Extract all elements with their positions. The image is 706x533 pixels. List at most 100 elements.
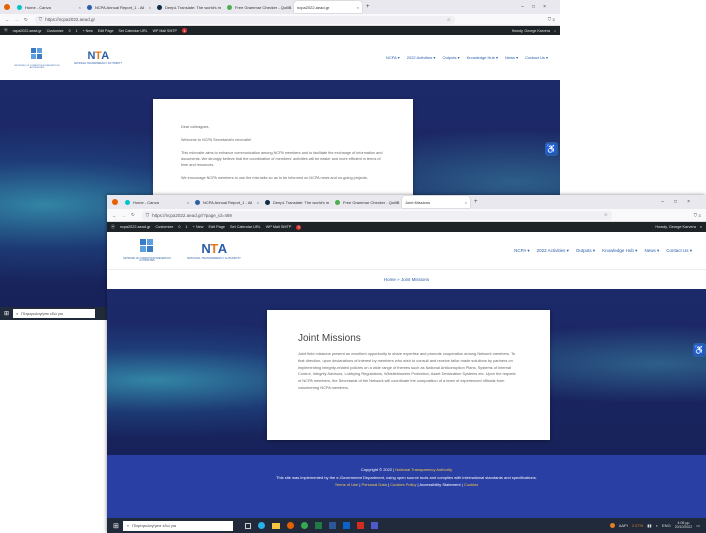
admin-new[interactable]: + New [193, 225, 204, 229]
footer-link-accessibility[interactable]: Accessibility Statement [419, 482, 460, 487]
admin-edit-page[interactable]: Edit Page [208, 225, 224, 229]
reload-icon[interactable]: ↻ [131, 212, 135, 218]
tab-annual-report[interactable]: NCPA Annual Report_1 - All × [84, 4, 154, 10]
word-icon[interactable] [328, 522, 336, 529]
close-icon[interactable]: × [79, 5, 81, 10]
taskbar-search[interactable]: ⌕ Πληκτρολογήστε εδώ για [122, 520, 233, 531]
admin-site-link[interactable]: ncpa2022.aead.gr [13, 29, 42, 33]
firefox-icon[interactable] [286, 522, 294, 529]
clock[interactable]: 4:05 μμ 20/10/2022 [675, 521, 693, 530]
reload-icon[interactable]: ↻ [24, 17, 28, 23]
notifications-icon[interactable]: ▭ [696, 523, 700, 528]
menu-2022-activities[interactable]: 2022 Activities ▾ [537, 248, 569, 254]
edge-icon[interactable] [257, 522, 265, 529]
admin-wp-mail[interactable]: WP Mail SMTP [153, 29, 177, 33]
menu-news[interactable]: News ▾ [644, 248, 659, 254]
taskbar-search[interactable]: ⌕ Πληκτρολογήστε εδώ για [13, 309, 96, 318]
footer-link-cookies-policy[interactable]: Cookies Policy [390, 482, 416, 487]
nta-logo[interactable]: NTA NATIONAL TRANSPARENCY AUTHORITY [187, 241, 241, 260]
search-icon[interactable]: ⌕ [554, 29, 556, 33]
tray-weather[interactable]: ΑΑΡΙ [619, 523, 628, 528]
back-arrow-icon[interactable]: ← [112, 213, 117, 218]
admin-updates[interactable]: 1 [185, 225, 187, 229]
address-bar[interactable]: ⛉ https://ncpa2022.aead.gr ☆ [34, 15, 455, 24]
bookmark-star-icon[interactable]: ☆ [447, 17, 451, 23]
close-icon[interactable]: × [149, 5, 151, 10]
file-explorer-icon[interactable] [271, 522, 280, 529]
close-icon[interactable]: × [257, 200, 259, 205]
ncpa-logo[interactable]: NETWORK OF CORRUPTION PREVENTION AUTHORI… [12, 47, 62, 69]
footer-org-link[interactable]: National Transparency Authority [395, 467, 452, 472]
footer-link-personal-data[interactable]: Personal Data [362, 482, 387, 487]
menu-contact-us[interactable]: Contact Us ▾ [525, 55, 548, 60]
admin-customize[interactable]: Customize [155, 225, 173, 229]
network-icon[interactable]: ▮▮ [647, 523, 651, 528]
admin-calendar[interactable]: Set Calendar URL [118, 29, 147, 33]
admin-updates[interactable]: 1 [76, 29, 78, 33]
menu-outputs[interactable]: Outputs ▾ [576, 248, 595, 254]
tab-ncpa-home[interactable]: ncpa2022.aead.gr × [294, 1, 362, 13]
menu-knowledge-hub[interactable]: Knowledge Hub ▾ [602, 248, 637, 254]
accessibility-icon[interactable]: ♿ [693, 343, 706, 357]
admin-calendar[interactable]: Set Calendar URL [230, 225, 261, 229]
footer-link-terms[interactable]: Terms of Use [335, 482, 359, 487]
menu-news[interactable]: News ▾ [505, 55, 518, 60]
new-tab-button[interactable]: + [366, 4, 370, 10]
nta-logo[interactable]: NTA NATIONAL TRANSPARENCY AUTHORITY [74, 50, 122, 65]
extensions-icon[interactable]: ⛉ ≡ [548, 17, 555, 22]
forward-arrow-icon[interactable]: → [15, 17, 20, 22]
tab-deepl[interactable]: DeepL Translate: The world's m× [154, 4, 224, 10]
menu-ncpa[interactable]: NCPA ▾ [386, 55, 400, 60]
admin-new[interactable]: + New [83, 29, 93, 33]
tab-grammar-checker[interactable]: Free Grammar Checker - QuillB× [332, 199, 402, 205]
close-icon[interactable]: × [187, 200, 189, 205]
admin-customize[interactable]: Customize [47, 29, 64, 33]
admin-comments[interactable]: 0 [69, 29, 71, 33]
accessibility-icon[interactable]: ♿ [545, 142, 558, 156]
tab-canva[interactable]: Home - Canva × [122, 199, 192, 205]
admin-wp-mail[interactable]: WP Mail SMTP [266, 225, 292, 229]
excel-icon[interactable] [314, 522, 322, 529]
close-icon[interactable]: × [465, 200, 467, 205]
ncpa-logo[interactable]: NETWORK OF CORRUPTION PREVENTION AUTHORI… [121, 239, 173, 262]
admin-site-link[interactable]: ncpa2022.aead.gr [120, 225, 151, 229]
window-controls[interactable]: –□× [661, 199, 700, 205]
close-icon[interactable]: × [357, 5, 359, 10]
menu-ncpa[interactable]: NCPA ▾ [514, 248, 529, 254]
breadcrumb[interactable]: Home » Joint Missions [384, 277, 429, 282]
volume-icon[interactable]: ◖ [656, 523, 658, 528]
task-view-icon[interactable] [244, 522, 251, 529]
menu-contact-us[interactable]: Contact Us ▾ [666, 248, 692, 254]
acrobat-icon[interactable] [356, 522, 364, 529]
bookmark-star-icon[interactable]: ☆ [604, 212, 608, 218]
menu-outputs[interactable]: Outputs ▾ [442, 55, 459, 60]
windows-start-icon[interactable]: ⊞ [113, 522, 119, 530]
tray-language[interactable]: ENG [662, 523, 671, 528]
wp-logo-icon[interactable]: ⓦ [111, 225, 115, 230]
tab-annual-report[interactable]: NCPA Annual Report_1 - All × [192, 199, 262, 205]
back-arrow-icon[interactable]: ← [5, 17, 10, 22]
tab-joint-missions[interactable]: Joint Missions × [402, 196, 470, 208]
wp-logo-icon[interactable]: ⓦ [4, 28, 8, 33]
address-bar[interactable]: ⛉ https://ncpa2022.aead.gr/?page_id=469 … [141, 210, 612, 220]
windows-start-icon[interactable]: ⊞ [4, 310, 9, 317]
weather-icon[interactable] [609, 523, 615, 528]
window-controls[interactable]: –□× [521, 4, 554, 10]
forward-arrow-icon[interactable]: → [122, 213, 127, 218]
menu-2022-activities[interactable]: 2022 Activities ▾ [407, 55, 436, 60]
chrome-icon[interactable] [300, 522, 308, 529]
admin-greeting[interactable]: Howdy, George Karvera [512, 29, 550, 33]
search-icon[interactable]: ⌕ [700, 225, 702, 229]
extensions-icon[interactable]: ⛉ ≡ [694, 213, 701, 218]
teams-icon[interactable] [370, 522, 378, 529]
new-tab-button[interactable]: + [474, 199, 478, 205]
tab-deepl[interactable]: DeepL Translate: The world's m× [262, 199, 332, 205]
tab-grammar-checker[interactable]: Free Grammar Checker - QuillB× [224, 4, 294, 10]
footer-link-cookies[interactable]: Cookies [464, 482, 478, 487]
admin-greeting[interactable]: Howdy, George Karvera [655, 225, 695, 229]
admin-comments[interactable]: 0 [178, 225, 180, 229]
outlook-icon[interactable] [342, 522, 350, 529]
admin-edit-page[interactable]: Edit Page [98, 29, 114, 33]
menu-knowledge-hub[interactable]: Knowledge Hub ▾ [467, 55, 498, 60]
tab-canva[interactable]: Home - Canva × [14, 4, 84, 10]
